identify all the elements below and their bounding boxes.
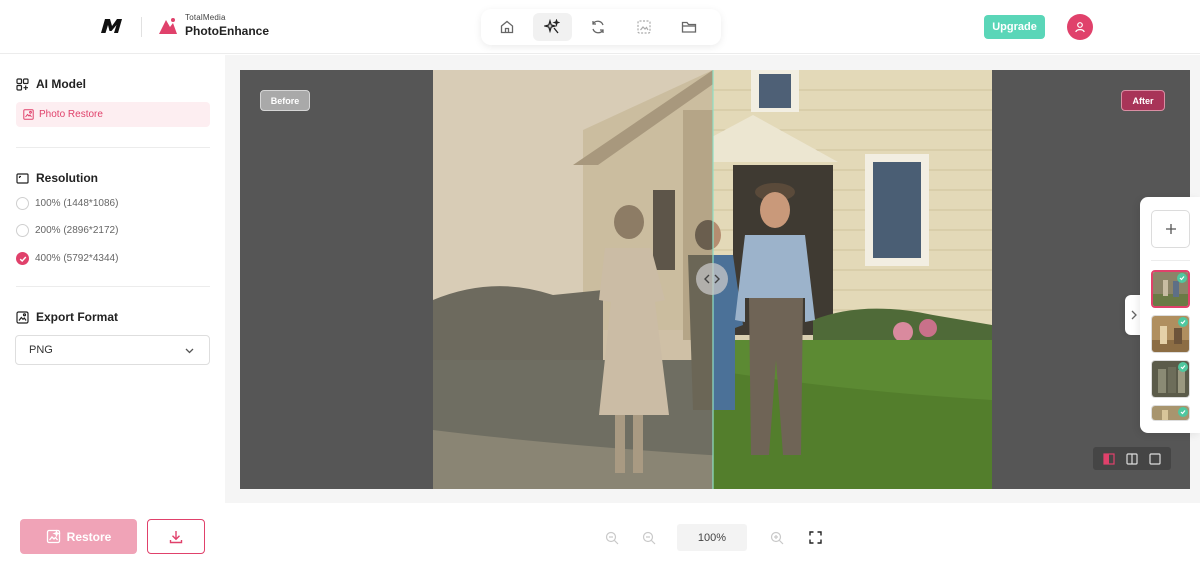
export-format-select[interactable]: PNG — [15, 335, 210, 365]
resolution-icon — [16, 172, 29, 184]
chevron-down-icon — [185, 348, 194, 354]
restore-label: Restore — [66, 529, 112, 544]
resolution-option-400[interactable]: 400% (5792*4344) — [16, 252, 118, 265]
radio-button-checked[interactable] — [16, 252, 29, 265]
plus-icon — [1165, 224, 1176, 234]
upgrade-button[interactable]: Upgrade — [984, 15, 1045, 39]
after-label: After — [1121, 90, 1165, 111]
export-format-section-title: Export Format — [16, 310, 118, 324]
fullscreen-icon — [808, 531, 822, 544]
company-logo[interactable] — [99, 17, 127, 35]
top-bar: TotalMedia PhotoEnhance Upgrade — [0, 0, 1200, 54]
chevron-right-icon — [1131, 310, 1137, 320]
section-divider — [16, 286, 210, 287]
zoom-level: 100% — [677, 524, 747, 551]
restore-icon — [46, 529, 61, 544]
home-icon — [500, 20, 513, 34]
settings-sidebar: AI Model Photo Restore Resolution 100% (… — [0, 55, 225, 573]
image-icon — [636, 20, 651, 34]
check-icon — [19, 256, 26, 262]
before-label: Before — [260, 90, 310, 111]
zoom-in-icon — [770, 531, 784, 544]
main-toolbar — [481, 9, 721, 45]
zoom-fit-button[interactable] — [600, 526, 624, 550]
fullscreen-button[interactable] — [803, 526, 827, 550]
brand-divider — [141, 17, 142, 37]
export-format-icon — [16, 310, 29, 324]
side-by-side-icon — [1126, 452, 1138, 465]
resolution-option-label: 400% (5792*4344) — [35, 253, 119, 264]
brand-product-name: PhotoEnhance — [185, 24, 270, 38]
ai-model-label: AI Model — [36, 77, 86, 91]
split-view-icon — [1103, 452, 1115, 465]
photo-restore-icon — [23, 109, 34, 120]
resolution-label: Resolution — [36, 171, 98, 185]
resolution-option-label: 200% (2896*2172) — [35, 225, 119, 236]
done-check-icon — [1178, 362, 1188, 372]
brand-company: TotalMedia — [185, 13, 226, 22]
refresh-icon — [592, 20, 604, 34]
zoom-in-button[interactable] — [765, 526, 789, 550]
photo-restore-model-option[interactable]: Photo Restore — [16, 102, 210, 127]
restore-button[interactable]: Restore — [20, 519, 137, 554]
radio-button[interactable] — [16, 224, 29, 237]
export-format-value: PNG — [29, 344, 53, 356]
photoenhance-logo-icon — [159, 18, 177, 34]
split-handle[interactable] — [696, 263, 728, 295]
home-button[interactable] — [487, 13, 527, 41]
single-view-icon — [1149, 452, 1161, 465]
resolution-option-100[interactable]: 100% (1448*1086) — [16, 197, 118, 210]
done-check-icon — [1177, 273, 1187, 283]
download-icon — [169, 530, 183, 543]
single-view-button[interactable] — [1146, 452, 1164, 466]
photo-restore-label: Photo Restore — [39, 109, 103, 120]
folder-button[interactable] — [669, 13, 709, 41]
zoom-out-icon — [605, 531, 619, 544]
view-mode-switcher — [1093, 447, 1171, 470]
resolution-option-label: 100% (1448*1086) — [35, 198, 119, 209]
done-check-icon — [1178, 407, 1188, 417]
zoom-out-button[interactable] — [637, 526, 661, 550]
sparkle-icon — [544, 19, 561, 34]
thumbnail-item[interactable] — [1151, 270, 1190, 308]
user-icon — [1075, 22, 1085, 33]
thumbnail-item[interactable] — [1151, 360, 1190, 398]
done-check-icon — [1178, 317, 1188, 327]
brand-text: TotalMedia PhotoEnhance — [185, 13, 270, 38]
radio-button[interactable] — [16, 197, 29, 210]
split-arrows-icon — [704, 274, 720, 284]
thumbnail-item[interactable] — [1151, 405, 1190, 421]
thumbnail-divider — [1151, 260, 1190, 261]
section-divider — [16, 147, 210, 148]
ai-model-section-title: AI Model — [16, 77, 86, 91]
folder-icon — [682, 21, 697, 33]
resolution-section-title: Resolution — [16, 171, 98, 185]
ai-model-icon — [16, 77, 29, 91]
export-format-label: Export Format — [36, 310, 119, 324]
thumbnail-panel — [1140, 197, 1200, 433]
side-by-side-view-button[interactable] — [1123, 452, 1141, 466]
convert-tool-button[interactable] — [578, 13, 618, 41]
user-avatar-button[interactable] — [1067, 14, 1093, 40]
image-tool-button[interactable] — [624, 13, 664, 41]
download-button[interactable] — [147, 519, 205, 554]
thumbnail-item[interactable] — [1151, 315, 1190, 353]
zoom-out-icon — [642, 531, 656, 544]
add-image-button[interactable] — [1151, 210, 1190, 248]
before-after-viewer[interactable]: Before After — [240, 70, 1190, 489]
split-view-button[interactable] — [1100, 452, 1118, 466]
zoom-controls: 100% — [600, 524, 827, 551]
resolution-option-200[interactable]: 200% (2896*2172) — [16, 224, 118, 237]
enhance-tool-button[interactable] — [532, 13, 573, 41]
